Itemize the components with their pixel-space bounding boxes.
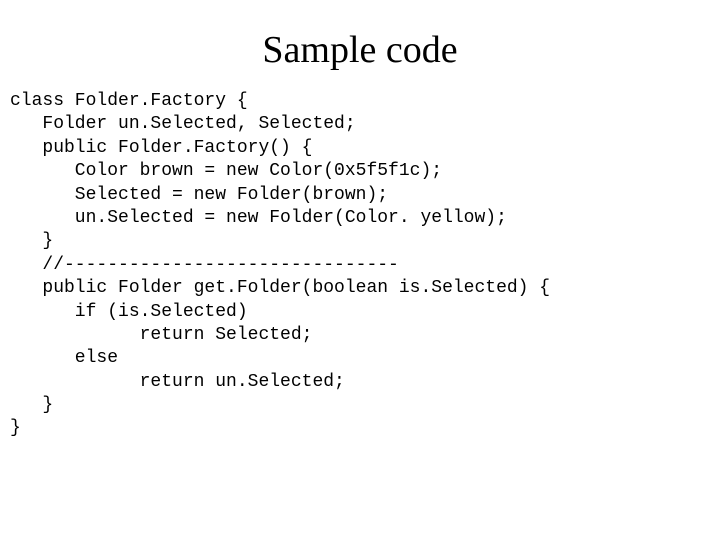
code-line: return un.Selected;: [10, 372, 345, 392]
code-line: if (is.Selected): [10, 302, 248, 322]
code-line: //-------------------------------: [10, 255, 399, 275]
code-line: Folder un.Selected, Selected;: [10, 114, 356, 134]
code-line: else: [10, 348, 118, 368]
code-line: Selected = new Folder(brown);: [10, 185, 388, 205]
code-line: Color brown = new Color(0x5f5f1c);: [10, 161, 442, 181]
code-line: }: [10, 395, 53, 415]
code-block: class Folder.Factory { Folder un.Selecte…: [0, 90, 720, 441]
slide: Sample code class Folder.Factory { Folde…: [0, 0, 720, 540]
slide-title: Sample code: [0, 0, 720, 90]
code-line: public Folder.Factory() {: [10, 138, 312, 158]
code-line: public Folder get.Folder(boolean is.Sele…: [10, 278, 550, 298]
code-line: return Selected;: [10, 325, 312, 345]
code-line: un.Selected = new Folder(Color. yellow);: [10, 208, 507, 228]
code-line: }: [10, 231, 53, 251]
code-line: class Folder.Factory {: [10, 91, 248, 111]
code-line: }: [10, 418, 21, 438]
